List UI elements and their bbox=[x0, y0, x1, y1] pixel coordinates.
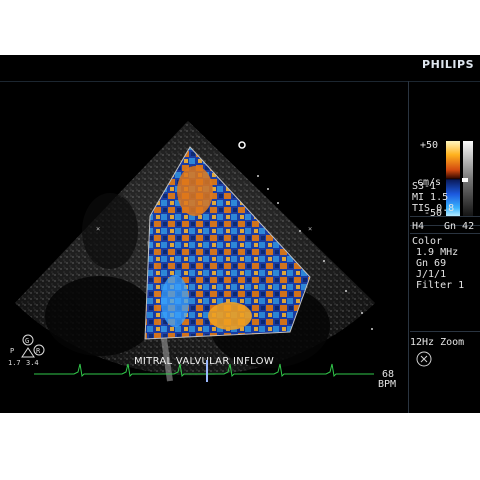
param-frequency: 1.9 MHz bbox=[416, 247, 459, 258]
side-panel-divider bbox=[408, 81, 409, 413]
ultrasound-screen: PHILIPS × × +50 cm/s -50 S3-1 MI 1.5 TIS… bbox=[0, 55, 480, 413]
velocity-scale-max: +50 bbox=[420, 140, 439, 151]
svg-text:×: × bbox=[308, 225, 312, 233]
param-color-mode: Color bbox=[412, 236, 443, 247]
orient-p: P bbox=[10, 347, 14, 355]
param-mi: MI 1.5 bbox=[412, 192, 449, 203]
frame-rate-zoom: 12Hz Zoom bbox=[410, 337, 464, 348]
param-harmonic: H4 bbox=[412, 221, 425, 232]
ecg-trace bbox=[34, 360, 374, 382]
zoom-icon[interactable] bbox=[416, 351, 432, 367]
param-filter: Filter 1 bbox=[416, 280, 465, 291]
frame-rate: 12Hz bbox=[410, 337, 435, 348]
svg-text:×: × bbox=[96, 225, 100, 233]
param-jlines: J/1/1 bbox=[416, 269, 447, 280]
side-rule bbox=[410, 233, 480, 234]
heart-rate-unit: BPM bbox=[378, 379, 397, 390]
orient-g: G bbox=[25, 337, 29, 345]
brand-logo: PHILIPS bbox=[422, 58, 474, 71]
side-rule bbox=[410, 216, 480, 217]
param-probe: S3-1 bbox=[412, 181, 437, 192]
zoom-label: Zoom bbox=[440, 337, 465, 348]
top-bar: PHILIPS bbox=[0, 55, 480, 82]
chamber-left-atrium bbox=[45, 276, 155, 356]
param-gain: Gn 42 bbox=[444, 221, 475, 232]
baseline-marker bbox=[462, 178, 468, 182]
orient-r: R bbox=[36, 347, 41, 355]
param-tis: TIS 0.8 bbox=[412, 203, 455, 214]
side-rule bbox=[410, 331, 480, 332]
ecg-cursor bbox=[206, 360, 208, 382]
param-color-gain: Gn 69 bbox=[416, 258, 447, 269]
